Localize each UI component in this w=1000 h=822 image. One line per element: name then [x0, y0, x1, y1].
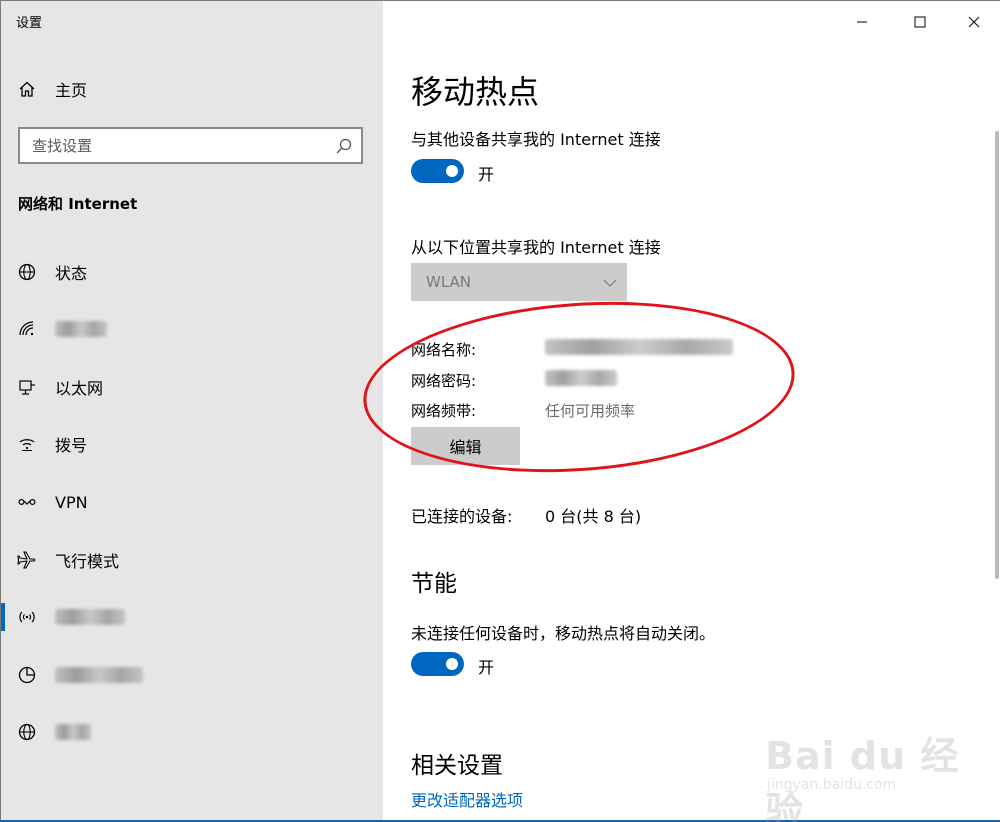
- sidebar-item-data-usage[interactable]: [1, 655, 383, 695]
- sidebar-item-dialup[interactable]: 拨号: [1, 424, 383, 464]
- maximize-button[interactable]: [897, 7, 943, 37]
- globe-status-icon: [17, 262, 37, 282]
- minimize-icon: [857, 21, 867, 23]
- sidebar-item-label-blurred: [55, 667, 143, 683]
- hotspot-icon: [17, 607, 37, 627]
- share-label: 与其他设备共享我的 Internet 连接: [411, 130, 661, 149]
- sidebar-item-proxy[interactable]: [1, 712, 383, 752]
- sidebar-item-label: 主页: [55, 81, 88, 100]
- sidebar-item-label: 飞行模式: [55, 552, 120, 571]
- adapter-options-link[interactable]: 更改适配器选项: [411, 787, 523, 811]
- ethernet-icon: [17, 377, 37, 397]
- main-panel: 移动热点 与其他设备共享我的 Internet 连接 开 从以下位置共享我的 I…: [383, 1, 1000, 820]
- sidebar-item-ethernet[interactable]: 以太网: [1, 367, 383, 407]
- network-password-value-blurred: [545, 370, 617, 390]
- connected-devices-value: 0 台(共 8 台): [545, 507, 642, 526]
- sidebar-item-label-blurred: [55, 609, 125, 625]
- sidebar-item-label-blurred: [55, 724, 91, 740]
- sidebar-item-hotspot[interactable]: [1, 597, 383, 637]
- search-input[interactable]: [20, 129, 320, 162]
- sidebar-item-label: VPN: [55, 492, 88, 512]
- sidebar-item-status[interactable]: 状态: [1, 252, 383, 292]
- home-icon: [17, 79, 37, 99]
- dropdown-value: WLAN: [426, 273, 472, 291]
- related-section-title: 相关设置: [411, 753, 503, 779]
- search-box: [18, 127, 363, 164]
- minimize-button[interactable]: [839, 7, 885, 37]
- chevron-down-icon: [603, 275, 617, 289]
- wifi-icon: [17, 319, 37, 339]
- network-name-value-blurred: [545, 339, 733, 359]
- sidebar-item-home[interactable]: 主页: [1, 69, 383, 109]
- settings-window: 设置 主页 网络和 Internet 状态: [0, 0, 1000, 822]
- power-toggle[interactable]: [411, 652, 464, 676]
- page-title: 移动热点: [411, 73, 540, 111]
- active-indicator: [1, 603, 5, 631]
- sidebar-item-label: 拨号: [55, 436, 88, 455]
- network-band-label: 网络频带:: [411, 402, 477, 420]
- maximize-icon: [914, 16, 926, 28]
- close-icon: [968, 16, 980, 28]
- sidebar-item-vpn[interactable]: VPN: [1, 482, 383, 522]
- proxy-globe-icon: [17, 722, 37, 742]
- sidebar-item-airplane[interactable]: 飞行模式: [1, 540, 383, 580]
- toggle-knob: [446, 658, 458, 670]
- dialup-icon: [17, 434, 37, 454]
- power-toggle-state: 开: [478, 658, 495, 677]
- vpn-icon: [17, 492, 37, 512]
- sidebar: 设置 主页 网络和 Internet 状态: [1, 1, 383, 820]
- network-band-value: 任何可用频率: [545, 402, 636, 420]
- connected-devices-label: 已连接的设备:: [411, 507, 513, 526]
- sidebar-item-wifi[interactable]: [1, 309, 383, 349]
- source-label: 从以下位置共享我的 Internet 连接: [411, 238, 661, 257]
- section-heading: 网络和 Internet: [18, 195, 138, 213]
- sidebar-item-label: 以太网: [55, 379, 104, 398]
- sidebar-item-label-blurred: [55, 321, 107, 337]
- sidebar-item-label: 状态: [55, 264, 88, 283]
- source-dropdown[interactable]: WLAN: [411, 263, 627, 301]
- edit-button[interactable]: 编辑: [411, 427, 520, 465]
- search-icon[interactable]: [335, 137, 353, 155]
- power-label: 未连接任何设备时，移动热点将自动关闭。: [411, 624, 716, 643]
- close-button[interactable]: [951, 7, 997, 37]
- app-title: 设置: [16, 16, 43, 31]
- share-toggle[interactable]: [411, 159, 464, 183]
- airplane-icon: [17, 550, 37, 570]
- network-password-label: 网络密码:: [411, 372, 477, 390]
- toggle-knob: [446, 165, 458, 177]
- share-toggle-state: 开: [478, 165, 495, 184]
- data-usage-icon: [17, 665, 37, 685]
- network-name-label: 网络名称:: [411, 341, 477, 359]
- power-section-title: 节能: [411, 571, 457, 597]
- scrollbar[interactable]: [995, 131, 999, 579]
